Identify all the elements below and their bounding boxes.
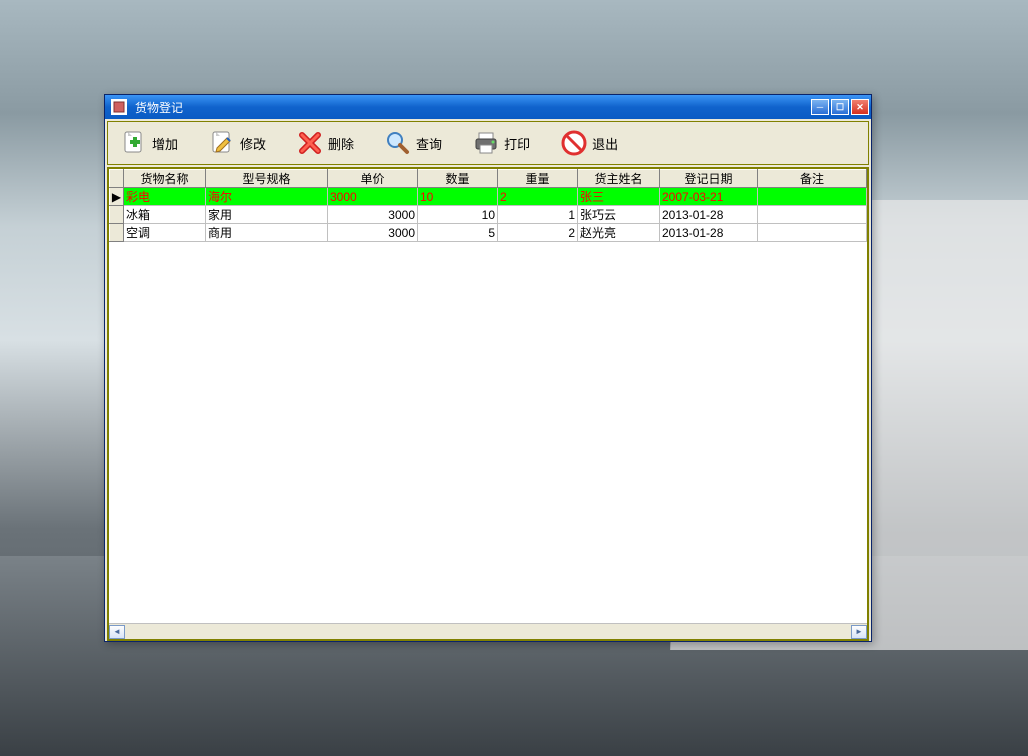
cell-remark (758, 206, 867, 224)
search-label: 查询 (416, 134, 442, 153)
cell-owner: 张三 (578, 188, 660, 206)
window-title: 货物登记 (131, 99, 811, 116)
app-icon (111, 99, 127, 115)
cell-spec: 家用 (206, 206, 328, 224)
row-indicator (110, 224, 124, 242)
close-button[interactable]: ✕ (851, 99, 869, 115)
scroll-right-button[interactable]: ► (851, 625, 867, 639)
cell-spec: 海尔 (206, 188, 328, 206)
delete-icon (296, 129, 324, 157)
cell-qty: 10 (418, 206, 498, 224)
edit-icon (208, 129, 236, 157)
col-weight[interactable]: 重量 (498, 170, 578, 188)
row-indicator: ▶ (110, 188, 124, 206)
search-icon (384, 129, 412, 157)
col-date[interactable]: 登记日期 (660, 170, 758, 188)
col-owner[interactable]: 货主姓名 (578, 170, 660, 188)
cell-remark (758, 188, 867, 206)
edit-label: 修改 (240, 134, 266, 153)
delete-button[interactable]: 删除 (292, 127, 358, 159)
minimize-button[interactable]: ─ (811, 99, 829, 115)
print-button[interactable]: 打印 (468, 127, 534, 159)
print-label: 打印 (504, 134, 530, 153)
cell-weight: 1 (498, 206, 578, 224)
cell-remark (758, 224, 867, 242)
cell-owner: 张巧云 (578, 206, 660, 224)
grid-area[interactable]: 货物名称 型号规格 单价 数量 重量 货主姓名 登记日期 备注 ▶彩电海尔300… (109, 169, 867, 623)
horizontal-scrollbar[interactable]: ◄ ► (109, 623, 867, 639)
grid-header-row: 货物名称 型号规格 单价 数量 重量 货主姓名 登记日期 备注 (110, 170, 867, 188)
cell-weight: 2 (498, 188, 578, 206)
cell-date: 2007-03-21 (660, 188, 758, 206)
cell-name: 空调 (124, 224, 206, 242)
col-spec[interactable]: 型号规格 (206, 170, 328, 188)
edit-button[interactable]: 修改 (204, 127, 270, 159)
col-price[interactable]: 单价 (328, 170, 418, 188)
titlebar[interactable]: 货物登记 ─ ☐ ✕ (105, 95, 871, 119)
cell-date: 2013-01-28 (660, 224, 758, 242)
exit-label: 退出 (592, 134, 618, 153)
add-button[interactable]: 增加 (116, 127, 182, 159)
cell-qty: 10 (418, 188, 498, 206)
toolbar: 增加 修改 删除 查询 打印 (107, 121, 869, 165)
scroll-track[interactable] (125, 625, 851, 639)
row-indicator (110, 206, 124, 224)
search-button[interactable]: 查询 (380, 127, 446, 159)
grid-table: 货物名称 型号规格 单价 数量 重量 货主姓名 登记日期 备注 ▶彩电海尔300… (109, 169, 867, 242)
cell-weight: 2 (498, 224, 578, 242)
exit-button[interactable]: 退出 (556, 127, 622, 159)
cell-qty: 5 (418, 224, 498, 242)
table-row[interactable]: ▶彩电海尔3000102张三2007-03-21 (110, 188, 867, 206)
add-label: 增加 (152, 134, 178, 153)
cell-price: 3000 (328, 188, 418, 206)
window-controls: ─ ☐ ✕ (811, 99, 869, 115)
col-name[interactable]: 货物名称 (124, 170, 206, 188)
add-icon (120, 129, 148, 157)
print-icon (472, 129, 500, 157)
cell-price: 3000 (328, 224, 418, 242)
cell-date: 2013-01-28 (660, 206, 758, 224)
col-qty[interactable]: 数量 (418, 170, 498, 188)
data-grid: 货物名称 型号规格 单价 数量 重量 货主姓名 登记日期 备注 ▶彩电海尔300… (107, 167, 869, 641)
indicator-header (110, 170, 124, 188)
table-row[interactable]: 冰箱家用3000101张巧云2013-01-28 (110, 206, 867, 224)
cell-spec: 商用 (206, 224, 328, 242)
exit-icon (560, 129, 588, 157)
cell-name: 彩电 (124, 188, 206, 206)
col-remark[interactable]: 备注 (758, 170, 867, 188)
scroll-left-button[interactable]: ◄ (109, 625, 125, 639)
table-row[interactable]: 空调商用300052赵光亮2013-01-28 (110, 224, 867, 242)
maximize-button[interactable]: ☐ (831, 99, 849, 115)
cell-name: 冰箱 (124, 206, 206, 224)
delete-label: 删除 (328, 134, 354, 153)
cell-owner: 赵光亮 (578, 224, 660, 242)
cell-price: 3000 (328, 206, 418, 224)
window: 货物登记 ─ ☐ ✕ 增加 修改 删除 (104, 94, 872, 642)
